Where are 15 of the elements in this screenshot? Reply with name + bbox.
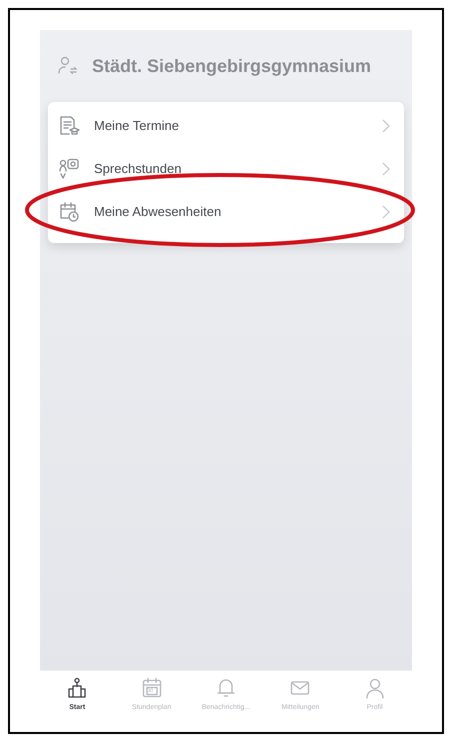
people-chat-icon (58, 158, 80, 180)
menu-item[interactable]: Sprechstunden (48, 147, 404, 190)
chevron-icon (382, 118, 390, 132)
document-icon (58, 114, 80, 136)
person-icon (364, 677, 386, 699)
calendar-icon (140, 677, 163, 699)
bell-icon (214, 677, 237, 699)
podium-icon (66, 677, 88, 699)
chevron-icon (382, 162, 390, 176)
person-swap-icon (58, 56, 78, 76)
menu-item[interactable]: Meine Termine (48, 104, 404, 147)
menu-item[interactable]: Meine Abwesenheiten (48, 190, 404, 233)
calendar-clock-icon (58, 200, 80, 222)
school-name: Städt. Siebengebirgsgymnasium (92, 56, 372, 76)
chevron-icon (382, 204, 390, 218)
